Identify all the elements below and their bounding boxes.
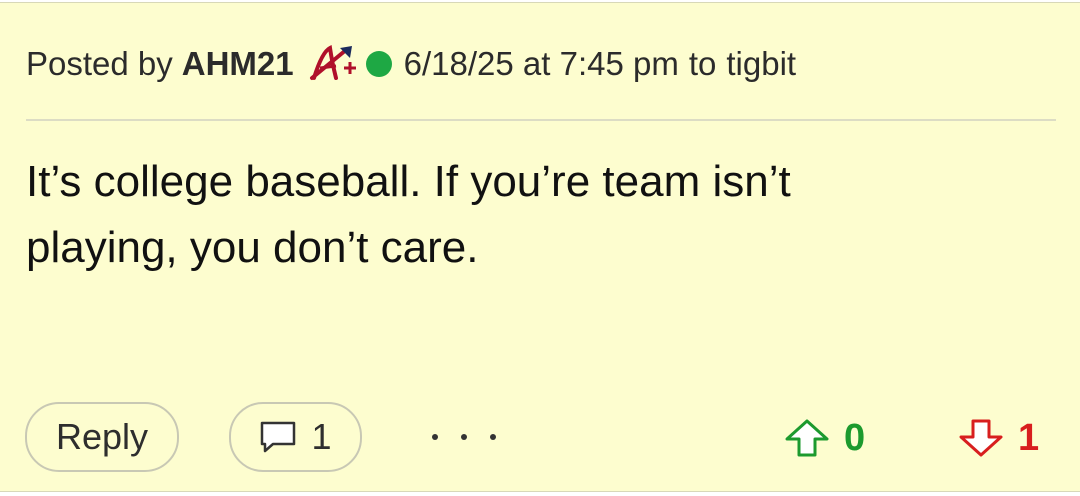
upvote-button[interactable]: 0 <box>784 415 865 461</box>
post-timestamp: 6/18/25 at 7:45 pm <box>403 45 679 82</box>
ellipsis-icon <box>461 434 467 440</box>
post-body-line: playing, you don’t care. <box>26 223 479 272</box>
post-meta: Posted by AHM21 6/18/25 at 7:45 pm to ti… <box>26 41 796 87</box>
more-options-button[interactable] <box>432 415 496 459</box>
reply-button[interactable]: Reply <box>25 402 179 472</box>
downvote-count: 1 <box>1018 416 1040 459</box>
comment-count-button[interactable]: 1 <box>229 402 362 472</box>
upvote-count: 0 <box>844 416 866 459</box>
online-status-icon <box>365 51 392 77</box>
reply-button-label: Reply <box>55 416 149 457</box>
team-logo-icon <box>306 44 360 84</box>
arrow-down-icon <box>958 418 1004 458</box>
post-body: It’s college baseball. If you’re team is… <box>26 149 1046 281</box>
ellipsis-icon <box>490 434 496 440</box>
downvote-button[interactable]: 1 <box>958 415 1039 461</box>
meta-divider <box>26 119 1056 121</box>
to-label: to <box>688 45 717 82</box>
ellipsis-icon <box>432 434 438 440</box>
forum-post: Posted by AHM21 6/18/25 at 7:45 pm to ti… <box>0 2 1080 492</box>
post-body-line: It’s college baseball. If you’re team is… <box>26 157 791 206</box>
author-username[interactable]: AHM21 <box>182 45 294 83</box>
arrow-up-icon <box>784 418 830 458</box>
reply-to-username[interactable]: tigbit <box>726 45 796 83</box>
comment-count: 1 <box>311 416 332 457</box>
speech-bubble-icon <box>259 420 297 454</box>
posted-by-label: Posted by <box>26 45 173 82</box>
